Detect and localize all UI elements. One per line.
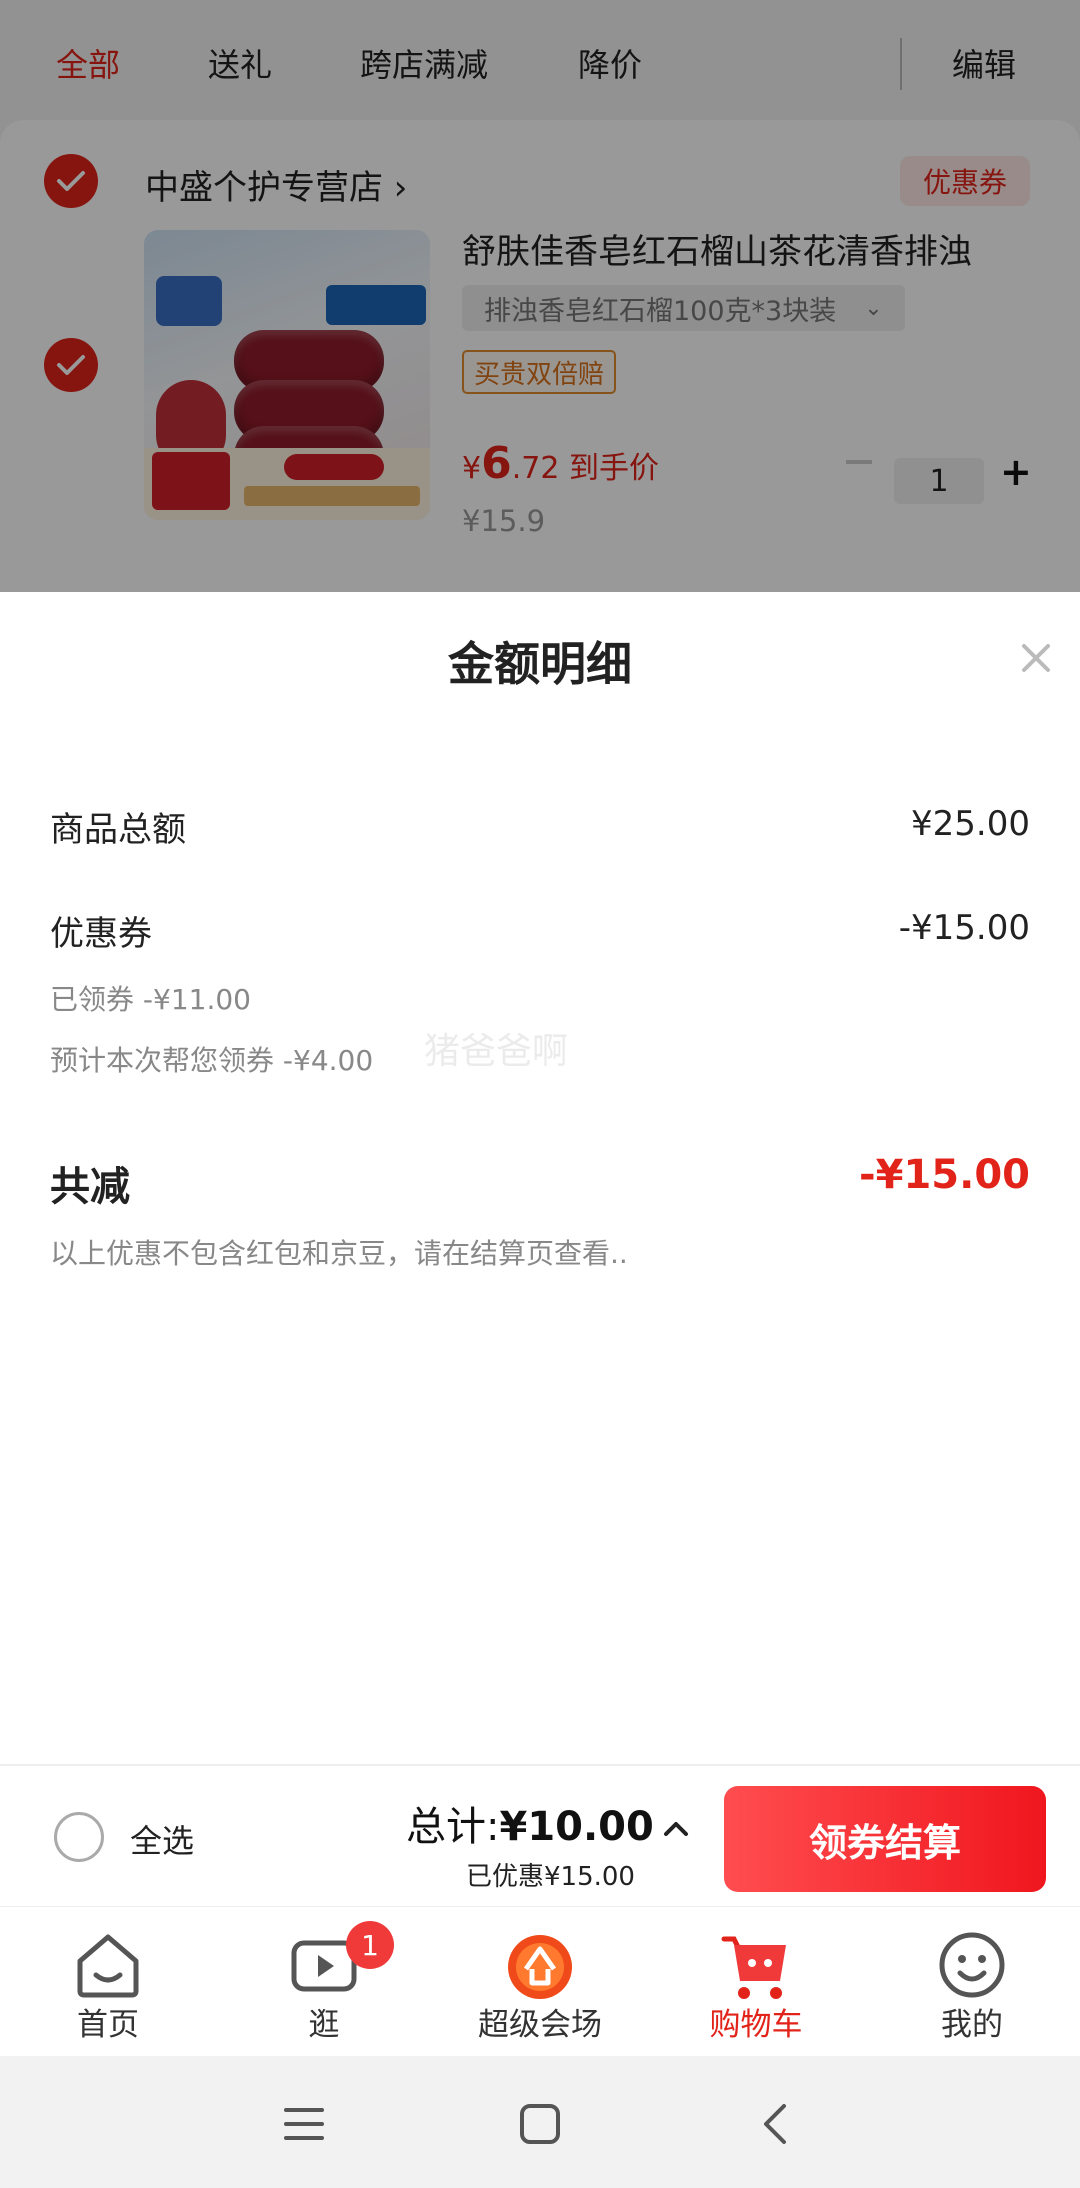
close-icon[interactable] [1016, 638, 1056, 678]
chevron-up-icon[interactable] [656, 1808, 696, 1848]
estimated-coupon-line: 预计本次帮您领券 -¥4.00 [50, 1044, 374, 1077]
super-venue-icon [508, 1935, 572, 1999]
total-reduction-value: -¥15.00 [859, 1152, 1030, 1198]
tab-cart[interactable]: 购物车 [648, 1907, 864, 2057]
tab-home[interactable]: 首页 [0, 1907, 216, 2057]
tab-cart-label: 购物车 [709, 2007, 803, 2043]
tab-browse[interactable]: 1 逛 [216, 1907, 432, 2057]
total-reduction-label: 共减 [50, 1164, 130, 1210]
sheet-title: 金额明细 [448, 637, 632, 691]
select-all-checkbox[interactable] [54, 1812, 104, 1862]
notification-badge: 1 [346, 1921, 394, 1969]
coupon-value: -¥15.00 [898, 908, 1030, 948]
discount-note: 以上优惠不包含红包和京豆，请在结算页查看.. [50, 1237, 628, 1270]
claimed-coupon-line: 已领券 -¥11.00 [50, 983, 251, 1016]
total-prefix: 总计: [406, 1804, 500, 1850]
tab-profile[interactable]: 我的 [864, 1907, 1080, 2057]
cart-icon [721, 1936, 786, 1999]
watermark: 猪爸爸啊 [424, 1031, 569, 1072]
modal-backdrop[interactable] [0, 0, 1080, 592]
tab-browse-label: 逛 [308, 2007, 340, 2043]
select-all-label[interactable]: 全选 [130, 1816, 194, 1862]
goods-total-value: ¥25.00 [911, 804, 1030, 844]
saved-amount: 已优惠¥15.00 [466, 1862, 635, 1892]
checkout-button[interactable]: 领券结算 [724, 1786, 1046, 1892]
profile-icon [939, 1932, 1005, 1998]
goods-total-label: 商品总额 [50, 810, 186, 850]
tab-super-venue[interactable]: 超级会场 [432, 1907, 648, 2057]
tab-profile-label: 我的 [941, 2007, 1003, 2043]
home-button-icon[interactable] [516, 2100, 564, 2148]
tab-home-label: 首页 [77, 2007, 139, 2043]
checkout-bar: 全选 总计:¥10.00 已优惠¥15.00 领券结算 [0, 1764, 1080, 1908]
home-icon [77, 1934, 139, 1998]
amount-detail-sheet: 金额明细 商品总额 ¥25.00 优惠券 -¥15.00 已领券 -¥11.00… [0, 592, 1080, 1764]
tab-super-venue-label: 超级会场 [478, 2007, 602, 2043]
bottom-tab-bar: 首页 1 逛 超级会场 购物车 我的 [0, 1906, 1080, 2057]
system-navigation-bar [0, 2056, 1080, 2188]
coupon-label: 优惠券 [50, 914, 152, 954]
total-price: 总计:¥10.00 [406, 1794, 654, 1852]
back-icon[interactable] [752, 2100, 800, 2148]
menu-icon[interactable] [280, 2100, 328, 2148]
total-amount: ¥10.00 [499, 1804, 654, 1850]
